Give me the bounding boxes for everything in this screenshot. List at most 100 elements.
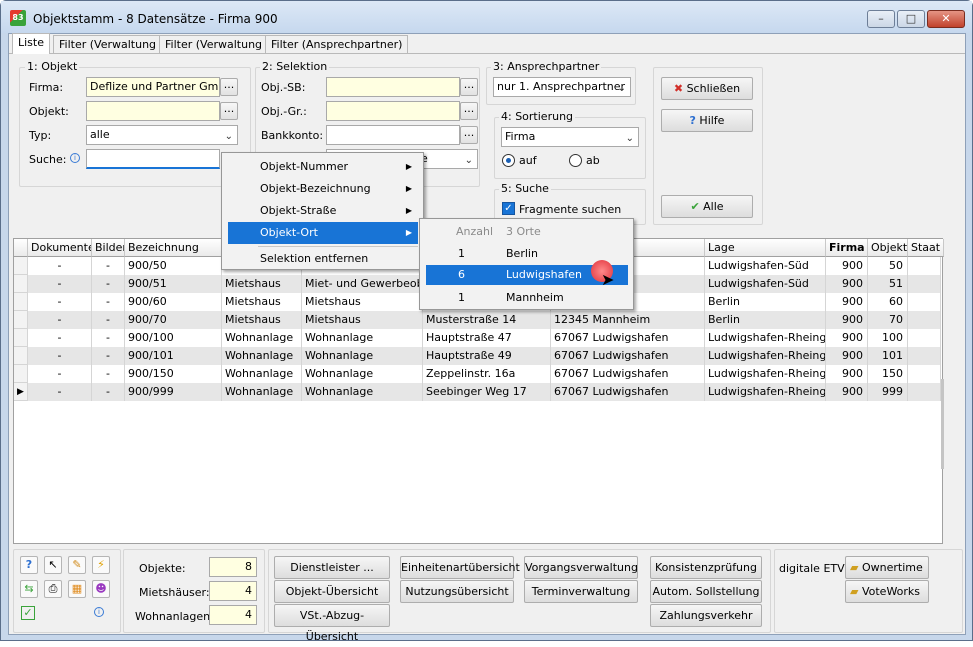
table-cell-ort[interactable]: 67067 Ludwigshafen: [551, 329, 705, 347]
autom-sollstellung-button[interactable]: Autom. Sollstellung: [650, 580, 762, 603]
vorgangsverwaltung-button[interactable]: Vorgangsverwaltung: [524, 556, 638, 579]
row-indicator[interactable]: [14, 329, 28, 347]
table-cell-staat[interactable]: [908, 293, 941, 311]
sort-ab-radio[interactable]: [569, 154, 582, 167]
table-cell-bez[interactable]: 900/51: [125, 275, 222, 293]
table-cell-objekt[interactable]: 101: [868, 347, 908, 365]
table-cell-staat[interactable]: [908, 257, 941, 275]
objekt-field[interactable]: [86, 101, 220, 121]
table-cell-lage[interactable]: Ludwigshafen-Rheingönl: [705, 383, 826, 401]
table-cell-lage[interactable]: Ludwigshafen-Rheingönl: [705, 329, 826, 347]
col-header-bilder[interactable]: Bilder: [92, 239, 125, 257]
obj-gr-lookup-button[interactable]: ...: [460, 102, 478, 120]
obj-sb-field[interactable]: [326, 77, 460, 97]
table-cell-dok[interactable]: -: [28, 257, 92, 275]
grid-view-icon[interactable]: ▦: [68, 580, 86, 598]
table-cell-bild[interactable]: -: [92, 365, 125, 383]
menu-item-objekt-nummer[interactable]: Objekt-Nummer ▶: [228, 156, 418, 178]
ansprechpartner-combo[interactable]: nur 1. Ansprechpartner ⌄: [493, 77, 631, 97]
table-cell-bild[interactable]: -: [92, 347, 125, 365]
table-cell-ort[interactable]: 67067 Ludwigshafen: [551, 383, 705, 401]
table-cell-dok[interactable]: -: [28, 383, 92, 401]
table-cell-firma[interactable]: 900: [826, 311, 868, 329]
table-cell-objekt[interactable]: 50: [868, 257, 908, 275]
menu-item-objekt-ort[interactable]: Objekt-Ort ▶: [228, 222, 418, 244]
sort-auf-radio[interactable]: [502, 154, 515, 167]
col-header-staat[interactable]: Staat: [908, 239, 944, 257]
table-cell-art[interactable]: Wohnanlage: [302, 347, 423, 365]
users-icon[interactable]: ☻: [92, 580, 110, 598]
table-cell-typ[interactable]: Wohnanlage: [222, 347, 302, 365]
app-icon[interactable]: 83: [10, 10, 26, 26]
table-cell-lage[interactable]: Berlin: [705, 311, 826, 329]
table-cell-strasse[interactable]: Zeppelinstr. 16a: [423, 365, 551, 383]
table-cell-dok[interactable]: -: [28, 347, 92, 365]
menu-item-objekt-strasse[interactable]: Objekt-Straße ▶: [228, 200, 418, 222]
table-cell-bez[interactable]: 900/101: [125, 347, 222, 365]
table-cell-typ[interactable]: Mietshaus: [222, 293, 302, 311]
table-cell-dok[interactable]: -: [28, 275, 92, 293]
row-indicator[interactable]: [14, 347, 28, 365]
objekt-uebersicht-button[interactable]: Objekt-Übersicht: [274, 580, 390, 603]
table-cell-ort[interactable]: 12345 Mannheim: [551, 311, 705, 329]
table-cell-objekt[interactable]: 70: [868, 311, 908, 329]
table-cell-objekt[interactable]: 100: [868, 329, 908, 347]
schliessen-button[interactable]: ✖ Schließen: [661, 77, 753, 100]
objekt-lookup-button[interactable]: ...: [220, 102, 238, 120]
table-cell-art[interactable]: Wohnanlage: [302, 383, 423, 401]
table-cell-lage[interactable]: Ludwigshafen-Süd: [705, 257, 826, 275]
table-cell-strasse[interactable]: Hauptstraße 49: [423, 347, 551, 365]
table-cell-firma[interactable]: 900: [826, 347, 868, 365]
table-cell-art[interactable]: Mietshaus: [302, 293, 423, 311]
menu-item-selektion-entfernen[interactable]: Selektion entfernen: [228, 248, 418, 270]
table-cell-bild[interactable]: -: [92, 311, 125, 329]
table-cell-bez[interactable]: 900/100: [125, 329, 222, 347]
table-cell-art[interactable]: Wohnanlage: [302, 329, 423, 347]
table-cell-objekt[interactable]: 150: [868, 365, 908, 383]
table-cell-firma[interactable]: 900: [826, 293, 868, 311]
table-cell-strasse[interactable]: Seebinger Weg 17: [423, 383, 551, 401]
table-cell-bez[interactable]: 900/999: [125, 383, 222, 401]
table-cell-dok[interactable]: -: [28, 329, 92, 347]
fragmente-checkbox[interactable]: ✓: [502, 202, 515, 215]
col-header-lage[interactable]: Lage: [705, 239, 826, 257]
menu-item-objekt-bezeichnung[interactable]: Objekt-Bezeichnung ▶: [228, 178, 418, 200]
hilfe-button[interactable]: ? Hilfe: [661, 109, 753, 132]
table-cell-objekt[interactable]: 60: [868, 293, 908, 311]
refresh-icon[interactable]: ⇆: [20, 580, 38, 598]
nutzungsuebersicht-button[interactable]: Nutzungsübersicht: [400, 580, 514, 603]
bankkonto-lookup-button[interactable]: ...: [460, 126, 478, 144]
table-cell-staat[interactable]: [908, 383, 941, 401]
table-cell-strasse[interactable]: Musterstraße 14: [423, 311, 551, 329]
einheitenartuebersicht-button[interactable]: Einheitenartübersicht: [400, 556, 520, 579]
tab-filter-ansprechpartner[interactable]: Filter (Ansprechpartner): [265, 35, 409, 54]
ownertime-button[interactable]: ▰ Ownertime: [845, 556, 929, 579]
info-icon[interactable]: i: [70, 153, 80, 163]
pencil-icon[interactable]: ✎: [68, 556, 86, 574]
bankkonto-field[interactable]: [326, 125, 460, 145]
table-cell-typ[interactable]: Wohnanlage: [222, 365, 302, 383]
maximize-button[interactable]: □: [897, 10, 925, 28]
info-icon[interactable]: i: [94, 607, 104, 617]
row-indicator[interactable]: [14, 311, 28, 329]
table-cell-objekt[interactable]: 51: [868, 275, 908, 293]
row-indicator[interactable]: [14, 293, 28, 311]
table-cell-dok[interactable]: -: [28, 365, 92, 383]
table-cell-bild[interactable]: -: [92, 293, 125, 311]
table-cell-bild[interactable]: -: [92, 275, 125, 293]
table-cell-ort[interactable]: 67067 Ludwigshafen: [551, 365, 705, 383]
table-cell-lage[interactable]: Ludwigshafen-Rheingönl: [705, 347, 826, 365]
firma-field[interactable]: Deflize und Partner GmbH: [86, 77, 220, 97]
sortierung-combo[interactable]: Firma ⌄: [501, 127, 639, 147]
table-cell-dok[interactable]: -: [28, 311, 92, 329]
table-cell-typ[interactable]: Mietshaus: [222, 275, 302, 293]
konsistenzpruefung-button[interactable]: Konsistenzprüfung: [650, 556, 762, 579]
vst-abzug-uebersicht-button[interactable]: VSt.-Abzug-Übersicht: [274, 604, 390, 643]
grid-scrollbar[interactable]: [941, 379, 944, 469]
table-cell-strasse[interactable]: Hauptstraße 47: [423, 329, 551, 347]
table-cell-firma[interactable]: 900: [826, 275, 868, 293]
table-cell-bild[interactable]: -: [92, 383, 125, 401]
table-cell-art[interactable]: Wohnanlage: [302, 365, 423, 383]
voteworks-button[interactable]: ▰ VoteWorks: [845, 580, 929, 603]
obj-sb-lookup-button[interactable]: ...: [460, 78, 478, 96]
